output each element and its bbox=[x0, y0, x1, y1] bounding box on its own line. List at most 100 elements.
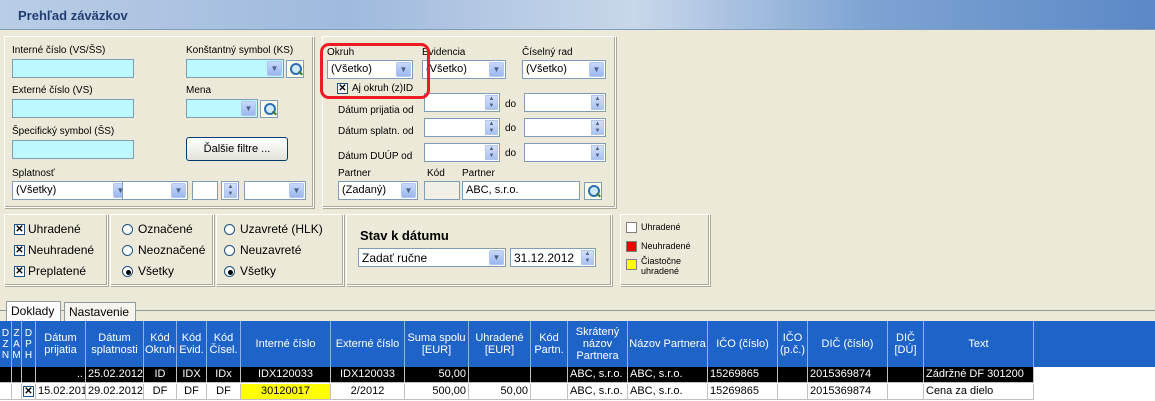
column-header[interactable]: DIČ [DÚ] bbox=[888, 321, 924, 367]
table-cell: 25.02.2012 bbox=[86, 367, 144, 383]
table-cell bbox=[0, 384, 12, 400]
table-row[interactable]: .. 25.02.2012 ID IDX IDx IDX120033 IDX120033 50… bbox=[0, 367, 1155, 383]
chevron-down-icon: ▼ bbox=[489, 62, 504, 77]
tab-nastavenie[interactable]: Nastavenie bbox=[64, 302, 136, 322]
column-header[interactable]: IČO (číslo) bbox=[708, 321, 778, 367]
column-header[interactable]: Názov Partnera bbox=[628, 321, 708, 367]
column-header[interactable]: D Z N bbox=[0, 321, 12, 367]
currency-select[interactable]: ▼ bbox=[186, 99, 258, 118]
row-dph-checkbox[interactable] bbox=[22, 367, 36, 383]
spinner-arrows-icon: ▲ ▼ bbox=[224, 183, 237, 198]
table-cell: 2015369874 bbox=[808, 384, 888, 400]
table-header: D Z NZ A MD P H Dátum prijatia Dátum splat… bbox=[0, 321, 1155, 367]
column-header[interactable]: Dátum prijatia bbox=[36, 321, 86, 367]
column-header[interactable]: Interné číslo bbox=[241, 321, 331, 367]
unmarked-radio[interactable] bbox=[122, 245, 133, 256]
window-title: Prehľad záväzkov bbox=[18, 8, 128, 23]
table-cell: DF bbox=[177, 384, 207, 400]
tab-doklady[interactable]: Doklady bbox=[6, 301, 61, 321]
column-header[interactable]: Z A M bbox=[12, 321, 22, 367]
partner-code-label: Kód bbox=[427, 168, 445, 179]
column-header[interactable]: Dátum splatnosti bbox=[86, 321, 144, 367]
table-cell bbox=[12, 367, 22, 383]
highlight-annotation bbox=[320, 43, 430, 99]
row-dph-checkbox[interactable]: ✕ bbox=[22, 384, 36, 400]
table-cell: ABC, s.r.o. bbox=[568, 367, 628, 383]
state-date-input[interactable]: 31.12.2012 ▲ ▼ bbox=[510, 248, 596, 267]
chevron-down-icon: ▼ bbox=[289, 183, 304, 198]
date-received-from[interactable]: ▲ ▼ bbox=[424, 93, 500, 112]
search-icon[interactable] bbox=[260, 100, 278, 118]
search-icon[interactable] bbox=[286, 60, 304, 78]
column-header[interactable]: Text bbox=[924, 321, 1034, 367]
closed-radio[interactable] bbox=[224, 224, 235, 235]
column-header[interactable]: Externé číslo bbox=[331, 321, 405, 367]
table-row[interactable]: ✕15.02.201229.02.2012DFDFDF301200172/201… bbox=[0, 384, 1155, 400]
column-header[interactable]: Suma spolu [EUR] bbox=[405, 321, 469, 367]
table-cell: IDx bbox=[207, 367, 241, 383]
more-filters-button[interactable]: Ďalšie filtre ... bbox=[186, 137, 288, 161]
date-due-from[interactable]: ▲ ▼ bbox=[424, 118, 500, 137]
state-date-mode-select[interactable]: Zadať ručne ▼ bbox=[358, 248, 506, 267]
spinner-arrows-icon: ▲ ▼ bbox=[591, 120, 604, 135]
date-duup-label: Dátum DUÚP od bbox=[338, 151, 413, 162]
date-due-label: Dátum splatn. od bbox=[338, 126, 414, 137]
paid-checkbox[interactable]: ✕ bbox=[14, 224, 25, 235]
unpaid-checkbox[interactable]: ✕ bbox=[14, 245, 25, 256]
due-number-input[interactable] bbox=[192, 181, 218, 200]
constant-symbol-select[interactable]: ▼ bbox=[186, 59, 284, 78]
due-sub-select[interactable]: ▼ bbox=[122, 181, 188, 200]
due-unit-select[interactable]: ▼ bbox=[244, 181, 306, 200]
partner-name-label: Partner bbox=[462, 168, 495, 179]
column-header[interactable]: Kód Evid. bbox=[177, 321, 207, 367]
date-duup-from[interactable]: ▲ ▼ bbox=[424, 143, 500, 162]
table-cell: ID bbox=[144, 367, 177, 383]
column-header[interactable]: Uhradené [EUR] bbox=[469, 321, 531, 367]
legend-partial-label: Čiastočne uhradené bbox=[641, 256, 682, 276]
date-duup-to[interactable]: ▲ ▼ bbox=[524, 143, 606, 162]
window-titlebar: Prehľad záväzkov bbox=[0, 0, 1155, 30]
external-number-input[interactable] bbox=[12, 99, 134, 118]
table-cell bbox=[888, 384, 924, 400]
partner-code-input[interactable] bbox=[424, 181, 460, 200]
unpaid-label: Neuhradené bbox=[28, 243, 95, 257]
overpaid-checkbox[interactable]: ✕ bbox=[14, 266, 25, 277]
evidence-select[interactable]: (Všetko) ▼ bbox=[422, 60, 506, 79]
date-due-to[interactable]: ▲ ▼ bbox=[524, 118, 606, 137]
partner-mode-select[interactable]: (Zadaný) ▼ bbox=[338, 181, 418, 200]
checkbox-checked[interactable]: ✕ bbox=[23, 386, 34, 397]
all-closed-radio[interactable] bbox=[224, 266, 235, 277]
marked-radio[interactable] bbox=[122, 224, 133, 235]
table-cell: 15.02.2012 bbox=[36, 384, 86, 400]
column-header[interactable]: Kód Okruh bbox=[144, 321, 177, 367]
column-header[interactable]: IČO (p.č.) bbox=[778, 321, 808, 367]
state-date-title: Stav k dátumu bbox=[360, 228, 449, 243]
specific-symbol-input[interactable] bbox=[12, 140, 134, 159]
number-series-select[interactable]: (Všetko) ▼ bbox=[522, 60, 606, 79]
table-cell: ABC, s.r.o. bbox=[568, 384, 628, 400]
legend-paid-swatch bbox=[626, 222, 637, 233]
spinner-arrows-icon: ▲ ▼ bbox=[485, 95, 498, 110]
legend-unpaid-swatch bbox=[626, 241, 637, 252]
column-header[interactable]: D P H bbox=[22, 321, 36, 367]
internal-number-label: Interné číslo (VS/ŠS) bbox=[12, 45, 106, 56]
date-received-to[interactable]: ▲ ▼ bbox=[524, 93, 606, 112]
all-marked-radio[interactable] bbox=[122, 266, 133, 277]
column-header[interactable]: Skrátený názov Partnera bbox=[568, 321, 628, 367]
internal-number-input[interactable] bbox=[12, 59, 134, 78]
column-header[interactable]: Kód Partn. bbox=[531, 321, 568, 367]
date-received-label: Dátum prijatia od bbox=[338, 105, 414, 116]
partner-name-input[interactable]: ABC, s.r.o. bbox=[462, 181, 580, 200]
column-header[interactable]: Kód Čísel. bbox=[207, 321, 241, 367]
column-header[interactable]: DIČ (číslo) bbox=[808, 321, 888, 367]
table-cell: 30120017 bbox=[241, 384, 331, 400]
table-cell: 29.02.2012 bbox=[86, 384, 144, 400]
legend-partial-swatch bbox=[626, 259, 637, 270]
due-spinner[interactable]: ▲ ▼ bbox=[221, 181, 239, 200]
not-closed-radio[interactable] bbox=[224, 245, 235, 256]
not-closed-label: Neuzavreté bbox=[240, 243, 302, 257]
table-cell: 15269865 bbox=[708, 384, 778, 400]
table-cell: 50,00 bbox=[405, 367, 469, 383]
search-icon[interactable] bbox=[584, 182, 602, 200]
due-select[interactable]: (Všetky) ▼ bbox=[12, 181, 130, 200]
